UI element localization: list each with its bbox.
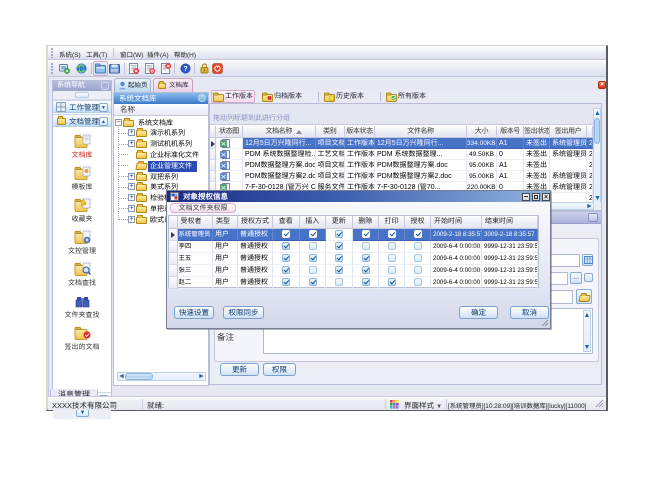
svg-text:?: ?	[183, 66, 187, 73]
